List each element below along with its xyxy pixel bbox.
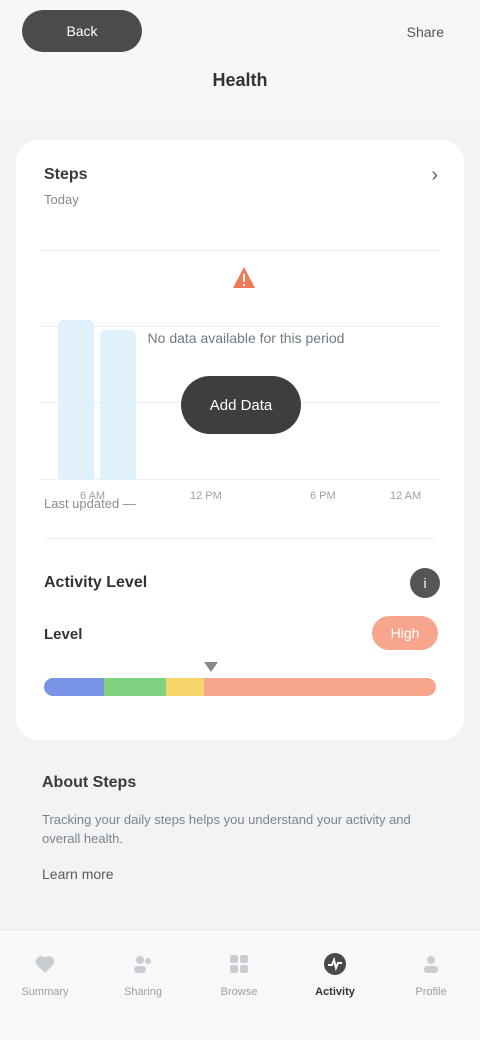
info-icon[interactable]: i bbox=[410, 568, 440, 598]
scale-segment-elevated bbox=[166, 678, 204, 696]
chevron-right-icon[interactable]: › bbox=[431, 164, 438, 187]
nav-item-summary[interactable]: Summary bbox=[10, 952, 80, 1018]
chart-bar bbox=[100, 330, 136, 480]
card-subtitle: Today bbox=[44, 192, 79, 207]
nav-item-sharing[interactable]: Sharing bbox=[108, 952, 178, 1018]
nav-item-profile[interactable]: Profile bbox=[396, 952, 466, 1018]
learn-more-link[interactable]: Learn more bbox=[42, 866, 114, 882]
activity-level-title: Activity Level bbox=[44, 574, 148, 591]
page-title: Health bbox=[212, 70, 268, 90]
share-button[interactable]: Share bbox=[354, 20, 444, 44]
nav-item-browse[interactable]: Browse bbox=[204, 952, 274, 1018]
profile-icon bbox=[424, 956, 438, 973]
scale-segment-high bbox=[204, 678, 436, 696]
activity-icon bbox=[324, 953, 346, 975]
level-badge: High bbox=[372, 616, 438, 650]
chart-bar bbox=[58, 320, 94, 480]
warning-icon bbox=[226, 260, 262, 296]
bottom-navigation: Summary Sharing Browse Activity Profile bbox=[0, 929, 480, 1040]
about-body: Tracking your daily steps helps you unde… bbox=[42, 812, 411, 846]
level-marker bbox=[204, 662, 218, 672]
scale-segment-normal bbox=[104, 678, 166, 696]
level-label: Level bbox=[44, 626, 83, 643]
people-icon bbox=[134, 956, 151, 973]
add-data-button[interactable]: Add Data bbox=[181, 376, 301, 434]
no-data-message: No data available for this period bbox=[147, 330, 345, 346]
scale-segment-low bbox=[44, 678, 104, 696]
level-scale-bar bbox=[44, 678, 436, 696]
nav-label: Sharing bbox=[124, 986, 162, 998]
about-title: About Steps bbox=[42, 774, 137, 791]
nav-label: Browse bbox=[220, 986, 258, 998]
grid-line bbox=[40, 326, 440, 327]
last-updated-text: Last updated — bbox=[44, 496, 136, 511]
grid-icon bbox=[230, 955, 248, 973]
heart-icon bbox=[35, 956, 55, 973]
x-axis-label: 6 PM bbox=[310, 490, 336, 502]
nav-label: Profile bbox=[415, 986, 447, 998]
x-axis-label: 12 AM bbox=[390, 490, 422, 502]
steps-card: Steps Today › 6 AM 12 PM 6 PM 12 AM No d… bbox=[16, 140, 464, 740]
nav-label: Summary bbox=[21, 986, 69, 998]
x-axis-label: 12 PM bbox=[190, 490, 222, 502]
top-bar: Back Share Health bbox=[0, 0, 480, 120]
divider bbox=[44, 538, 436, 539]
card-title: Steps bbox=[44, 166, 88, 183]
nav-label: Activity bbox=[315, 986, 355, 998]
grid-line bbox=[40, 250, 440, 251]
nav-item-activity[interactable]: Activity bbox=[300, 952, 370, 1018]
back-button[interactable]: Back bbox=[22, 10, 142, 52]
